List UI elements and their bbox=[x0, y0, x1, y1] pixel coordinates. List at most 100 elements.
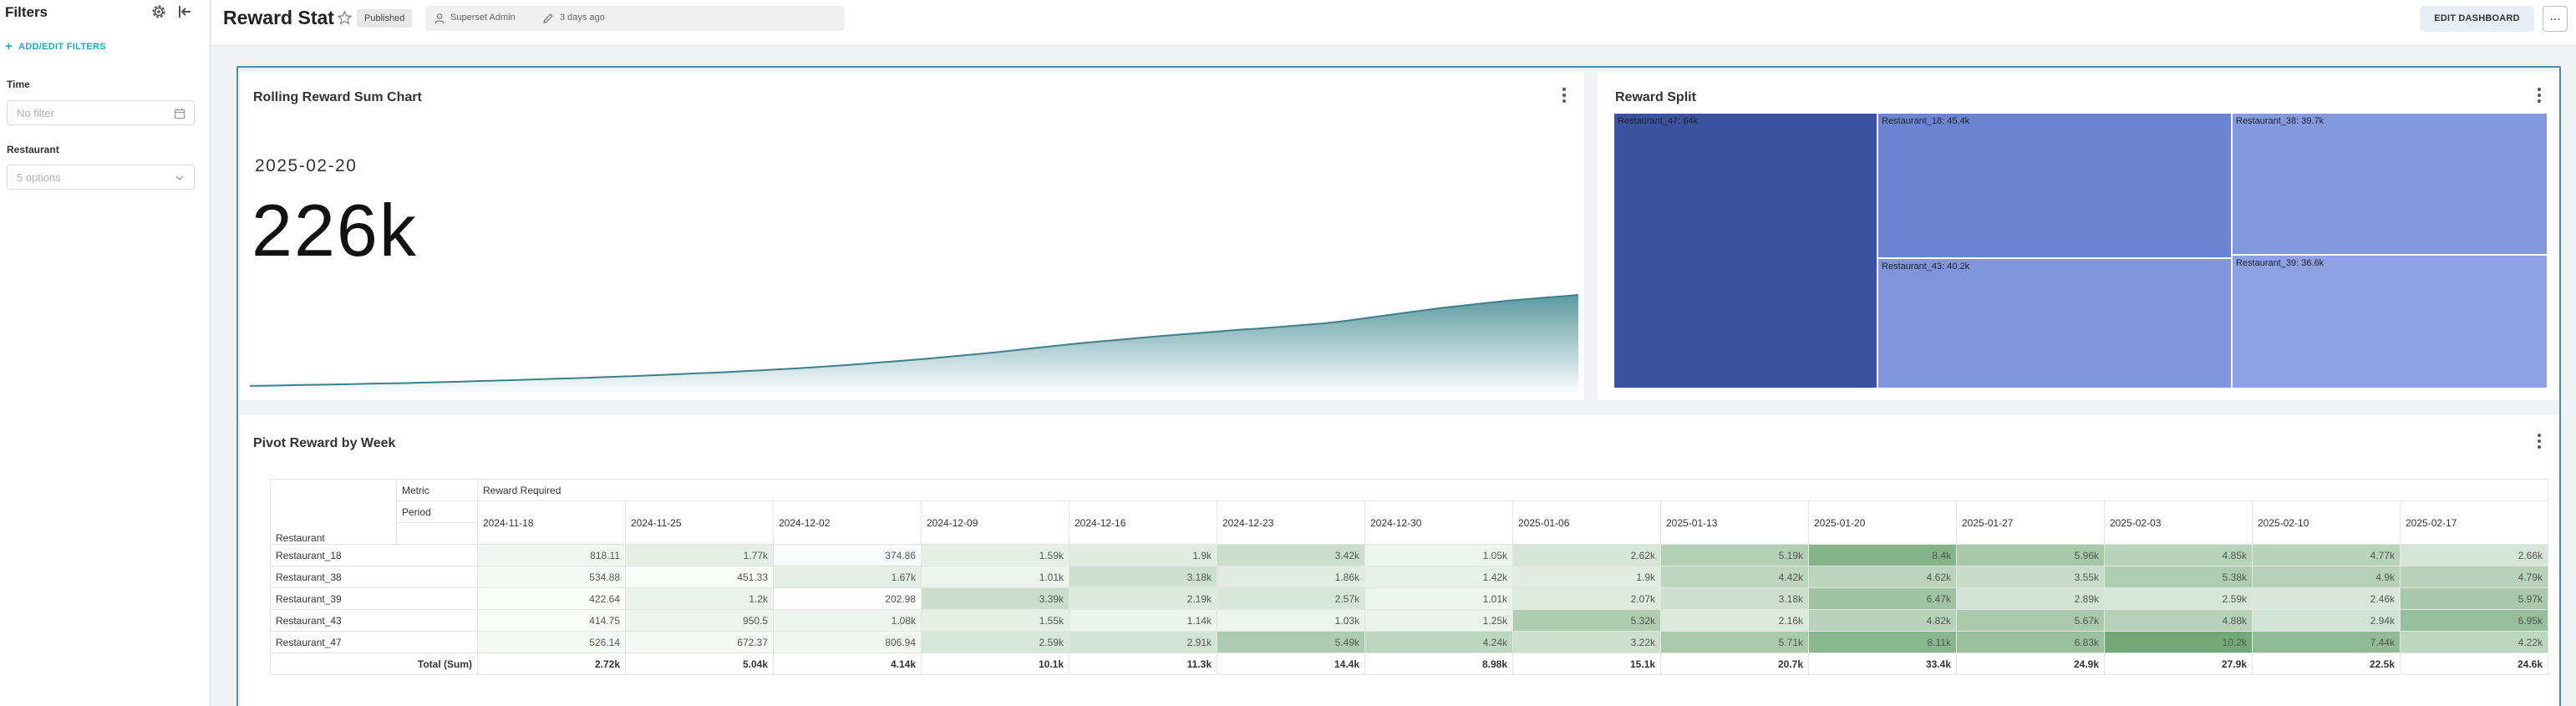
table-cell[interactable]: 4.88k bbox=[2104, 609, 2253, 632]
table-cell[interactable]: 4.79k bbox=[2400, 566, 2548, 588]
table-cell[interactable]: 5.32k bbox=[1512, 609, 1661, 632]
table-cell[interactable]: 3.39k bbox=[921, 587, 1070, 610]
table-cell[interactable]: 8.4k bbox=[1808, 544, 1957, 566]
table-cell[interactable]: 3.22k bbox=[1512, 631, 1661, 653]
table-cell[interactable]: 4.77k bbox=[2252, 544, 2401, 566]
chart-menu-icon[interactable] bbox=[2537, 434, 2542, 450]
table-cell[interactable]: 1.9k bbox=[1069, 544, 1217, 566]
table-cell[interactable]: 5.49k bbox=[1217, 631, 1365, 653]
column-header[interactable]: 2024-12-30 bbox=[1364, 500, 1513, 545]
table-cell[interactable]: 1.03k bbox=[1217, 609, 1365, 632]
table-cell[interactable]: 1.25k bbox=[1364, 609, 1513, 632]
table-cell[interactable]: 5.96k bbox=[1956, 544, 2105, 566]
table-cell[interactable]: 4.82k bbox=[1808, 609, 1957, 632]
table-cell[interactable]: 6.95k bbox=[2400, 609, 2548, 632]
table-cell[interactable]: 4.24k bbox=[1364, 631, 1513, 653]
treemap-cell[interactable]: Restaurant_43: 40.2k bbox=[1877, 258, 2232, 389]
more-options-button[interactable]: ... bbox=[2543, 6, 2568, 32]
table-cell[interactable]: 5.19k bbox=[1660, 544, 1809, 566]
table-cell[interactable]: 422.64 bbox=[477, 587, 626, 610]
table-cell[interactable]: 1.42k bbox=[1364, 566, 1513, 588]
table-cell[interactable]: 2.62k bbox=[1512, 544, 1661, 566]
table-cell[interactable]: 1.86k bbox=[1217, 566, 1365, 588]
treemap-cell[interactable]: Restaurant_39: 36.6k bbox=[2232, 255, 2548, 389]
treemap-cell[interactable]: Restaurant_47: 64k bbox=[1613, 113, 1877, 389]
table-cell[interactable]: 534.88 bbox=[477, 566, 626, 588]
table-cell[interactable]: 1.2k bbox=[625, 587, 774, 610]
table-cell[interactable]: 202.98 bbox=[773, 587, 922, 610]
edit-dashboard-button[interactable]: EDIT DASHBOARD bbox=[2420, 6, 2534, 32]
table-cell[interactable]: 3.18k bbox=[1660, 587, 1809, 610]
table-cell[interactable]: 806.94 bbox=[773, 631, 922, 653]
gear-icon[interactable] bbox=[150, 3, 167, 20]
dashboard-title[interactable]: Reward Stat bbox=[223, 7, 334, 29]
table-cell[interactable]: 4.42k bbox=[1660, 566, 1809, 588]
column-header[interactable]: 2025-01-06 bbox=[1512, 500, 1661, 545]
table-cell[interactable]: 2.07k bbox=[1512, 587, 1661, 610]
table-cell[interactable]: 1.08k bbox=[773, 609, 922, 632]
table-cell[interactable]: 3.55k bbox=[1956, 566, 2105, 588]
table-cell[interactable]: 2.89k bbox=[1956, 587, 2105, 610]
table-cell[interactable]: 2.16k bbox=[1660, 609, 1809, 632]
table-cell[interactable]: 1.9k bbox=[1512, 566, 1661, 588]
table-cell[interactable]: 2.59k bbox=[921, 631, 1070, 653]
row-label[interactable]: Restaurant_47 bbox=[270, 631, 478, 653]
column-header[interactable]: 2024-12-02 bbox=[773, 500, 922, 545]
table-cell[interactable]: 672.37 bbox=[625, 631, 774, 653]
chart-menu-icon[interactable] bbox=[2537, 88, 2542, 104]
column-header[interactable]: 2024-11-25 bbox=[625, 500, 774, 545]
table-cell[interactable]: 1.67k bbox=[773, 566, 922, 588]
star-icon[interactable] bbox=[337, 10, 353, 26]
table-cell[interactable]: 4.85k bbox=[2104, 544, 2253, 566]
add-edit-filters-button[interactable]: + ADD/EDIT FILTERS bbox=[5, 39, 106, 53]
table-cell[interactable]: 1.01k bbox=[1364, 587, 1513, 610]
table-cell[interactable]: 5.38k bbox=[2104, 566, 2253, 588]
table-cell[interactable]: 1.77k bbox=[625, 544, 774, 566]
table-cell[interactable]: 6.83k bbox=[1956, 631, 2105, 653]
table-cell[interactable]: 7.44k bbox=[2252, 631, 2401, 653]
row-label[interactable]: Restaurant_18 bbox=[270, 544, 478, 566]
table-cell[interactable]: 451.33 bbox=[625, 566, 774, 588]
table-cell[interactable]: 10.2k bbox=[2104, 631, 2253, 653]
restaurant-filter-select[interactable]: 5 options bbox=[7, 165, 195, 190]
column-header[interactable]: 2024-12-16 bbox=[1069, 500, 1217, 545]
table-cell[interactable]: 3.18k bbox=[1069, 566, 1217, 588]
table-cell[interactable]: 374.86 bbox=[773, 544, 922, 566]
table-cell[interactable]: 1.05k bbox=[1364, 544, 1513, 566]
table-cell[interactable]: 1.59k bbox=[921, 544, 1070, 566]
row-label[interactable]: Restaurant_43 bbox=[270, 609, 478, 632]
table-cell[interactable]: 2.46k bbox=[2252, 587, 2401, 610]
table-cell[interactable]: 818.11 bbox=[477, 544, 626, 566]
collapse-sidebar-icon[interactable] bbox=[176, 3, 193, 20]
row-label[interactable]: Restaurant_39 bbox=[270, 587, 478, 610]
table-cell[interactable]: 4.22k bbox=[2400, 631, 2548, 653]
table-cell[interactable]: 526.14 bbox=[477, 631, 626, 653]
treemap-cell[interactable]: Restaurant_18: 45.4k bbox=[1877, 113, 2232, 258]
table-cell[interactable]: 414.75 bbox=[477, 609, 626, 632]
table-cell[interactable]: 4.62k bbox=[1808, 566, 1957, 588]
metric-value[interactable]: Reward Required bbox=[477, 479, 2548, 501]
table-cell[interactable]: 2.19k bbox=[1069, 587, 1217, 610]
column-header[interactable]: 2025-01-20 bbox=[1808, 500, 1957, 545]
treemap-cell[interactable]: Restaurant_38: 39.7k bbox=[2232, 113, 2548, 255]
table-cell[interactable]: 4.9k bbox=[2252, 566, 2401, 588]
row-label[interactable]: Restaurant_38 bbox=[270, 566, 478, 588]
table-cell[interactable]: 6.47k bbox=[1808, 587, 1957, 610]
time-filter-input[interactable]: No filter bbox=[7, 100, 195, 125]
table-cell[interactable]: 2.94k bbox=[2252, 609, 2401, 632]
table-cell[interactable]: 1.01k bbox=[921, 566, 1070, 588]
table-cell[interactable]: 1.55k bbox=[921, 609, 1070, 632]
table-cell[interactable]: 1.14k bbox=[1069, 609, 1217, 632]
column-header[interactable]: 2025-01-27 bbox=[1956, 500, 2105, 545]
table-cell[interactable]: 3.42k bbox=[1217, 544, 1365, 566]
column-header[interactable]: 2024-11-18 bbox=[477, 500, 626, 545]
chart-menu-icon[interactable] bbox=[1562, 88, 1567, 104]
table-cell[interactable]: 2.57k bbox=[1217, 587, 1365, 610]
table-cell[interactable]: 2.66k bbox=[2400, 544, 2548, 566]
table-cell[interactable]: 5.67k bbox=[1956, 609, 2105, 632]
table-cell[interactable]: 8.11k bbox=[1808, 631, 1957, 653]
column-header[interactable]: 2025-02-03 bbox=[2104, 500, 2253, 545]
status-badge[interactable]: Published bbox=[357, 9, 413, 28]
table-cell[interactable]: 950.5 bbox=[625, 609, 774, 632]
column-header[interactable]: 2024-12-09 bbox=[921, 500, 1070, 545]
